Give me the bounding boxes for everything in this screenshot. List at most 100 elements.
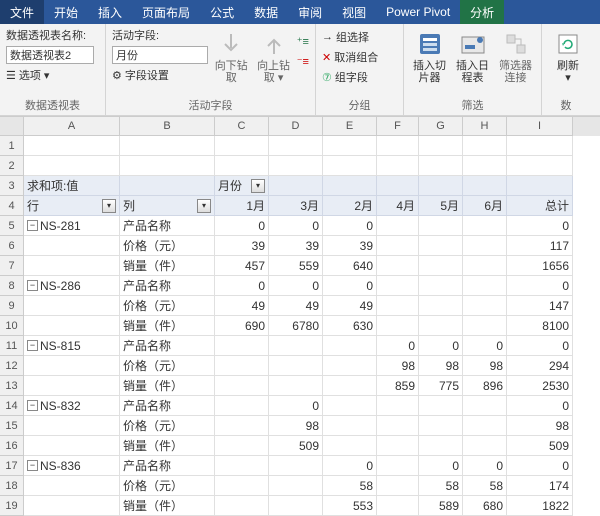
cell[interactable]	[323, 336, 377, 356]
cell[interactable]: 产品名称	[120, 396, 215, 416]
cell[interactable]	[269, 336, 323, 356]
cell[interactable]	[419, 436, 463, 456]
cell[interactable]	[463, 236, 507, 256]
cell[interactable]: 0	[215, 216, 269, 236]
cell[interactable]: 509	[507, 436, 573, 456]
cell[interactable]	[24, 416, 120, 436]
cell[interactable]	[215, 416, 269, 436]
cell[interactable]: 680	[463, 496, 507, 516]
row-header[interactable]: 11	[0, 336, 24, 356]
cell[interactable]	[419, 176, 463, 196]
pt-name-input[interactable]: 数据透视表2	[6, 46, 94, 64]
cell[interactable]	[269, 136, 323, 156]
row-header[interactable]: 12	[0, 356, 24, 376]
cell[interactable]	[120, 136, 215, 156]
collapse-icon[interactable]: −	[27, 460, 38, 471]
cell[interactable]	[215, 156, 269, 176]
collapse-icon[interactable]: −	[27, 220, 38, 231]
cell[interactable]	[269, 156, 323, 176]
row-header[interactable]: 8	[0, 276, 24, 296]
cell[interactable]	[377, 496, 419, 516]
cell[interactable]: 775	[419, 376, 463, 396]
cell[interactable]	[377, 416, 419, 436]
cell[interactable]	[463, 316, 507, 336]
cell[interactable]	[419, 236, 463, 256]
col-header-C[interactable]: C	[215, 117, 269, 136]
cell[interactable]	[215, 376, 269, 396]
row-header[interactable]: 5	[0, 216, 24, 236]
cell[interactable]: 4月	[377, 196, 419, 216]
cell[interactable]	[24, 296, 120, 316]
cell[interactable]: 0	[269, 216, 323, 236]
cell[interactable]: 0	[507, 276, 573, 296]
cell[interactable]	[323, 376, 377, 396]
cell[interactable]	[463, 436, 507, 456]
cell[interactable]: 0	[463, 456, 507, 476]
cell[interactable]: 2月	[323, 196, 377, 216]
filter-icon[interactable]: ▾	[251, 179, 265, 193]
cell[interactable]	[323, 176, 377, 196]
cell[interactable]: 0	[463, 336, 507, 356]
row-header[interactable]: 3	[0, 176, 24, 196]
cell[interactable]	[377, 476, 419, 496]
cell[interactable]: −NS-281	[24, 216, 120, 236]
row-header[interactable]: 10	[0, 316, 24, 336]
cell[interactable]	[215, 396, 269, 416]
cell[interactable]: 销量（件）	[120, 496, 215, 516]
cell[interactable]: 0	[215, 276, 269, 296]
cell[interactable]: 509	[269, 436, 323, 456]
row-header[interactable]: 4	[0, 196, 24, 216]
cell[interactable]: −NS-286	[24, 276, 120, 296]
cell[interactable]: 39	[215, 236, 269, 256]
col-header-F[interactable]: F	[377, 117, 419, 136]
cell[interactable]	[323, 136, 377, 156]
cell[interactable]: 产品名称	[120, 216, 215, 236]
cell[interactable]: 总计	[507, 196, 573, 216]
cell[interactable]	[419, 396, 463, 416]
cell[interactable]: 6月	[463, 196, 507, 216]
cell[interactable]: 640	[323, 256, 377, 276]
cell[interactable]	[215, 136, 269, 156]
cell[interactable]	[215, 436, 269, 456]
cell[interactable]: 8100	[507, 316, 573, 336]
cell[interactable]	[323, 436, 377, 456]
cell[interactable]: 0	[377, 336, 419, 356]
cell[interactable]	[269, 176, 323, 196]
cell[interactable]	[120, 156, 215, 176]
cell[interactable]	[463, 416, 507, 436]
cell[interactable]: 价格（元）	[120, 476, 215, 496]
cell[interactable]: 销量（件）	[120, 256, 215, 276]
cell[interactable]	[419, 296, 463, 316]
cell[interactable]	[507, 136, 573, 156]
cell[interactable]	[24, 476, 120, 496]
cell[interactable]	[377, 216, 419, 236]
cell[interactable]: 98	[419, 356, 463, 376]
col-header-B[interactable]: B	[120, 117, 215, 136]
drill-down-button[interactable]: 向下钻取	[212, 26, 250, 84]
cell[interactable]	[463, 136, 507, 156]
cell[interactable]: 2530	[507, 376, 573, 396]
cell[interactable]	[377, 136, 419, 156]
field-settings-button[interactable]: ⚙ 字段设置	[112, 66, 208, 84]
cell[interactable]: 销量（件）	[120, 316, 215, 336]
tab-data[interactable]: 数据	[244, 0, 288, 24]
cell[interactable]: 457	[215, 256, 269, 276]
cell[interactable]	[323, 416, 377, 436]
cell[interactable]: 58	[323, 476, 377, 496]
cell[interactable]	[24, 376, 120, 396]
cell[interactable]	[269, 376, 323, 396]
cell[interactable]: 98	[377, 356, 419, 376]
cell[interactable]: 1月	[215, 196, 269, 216]
cell[interactable]	[463, 296, 507, 316]
cell[interactable]	[323, 156, 377, 176]
cell[interactable]: 销量（件）	[120, 436, 215, 456]
cell[interactable]: −NS-815	[24, 336, 120, 356]
cell[interactable]: 产品名称	[120, 336, 215, 356]
cell[interactable]: 98	[507, 416, 573, 436]
col-header-A[interactable]: A	[24, 117, 120, 136]
group-field-button[interactable]: ⑦组字段	[322, 68, 397, 86]
cell[interactable]: 859	[377, 376, 419, 396]
expand-field-button[interactable]: ⁺≡	[297, 32, 309, 50]
cell[interactable]: 553	[323, 496, 377, 516]
insert-slicer-button[interactable]: 插入切片器	[410, 26, 449, 84]
